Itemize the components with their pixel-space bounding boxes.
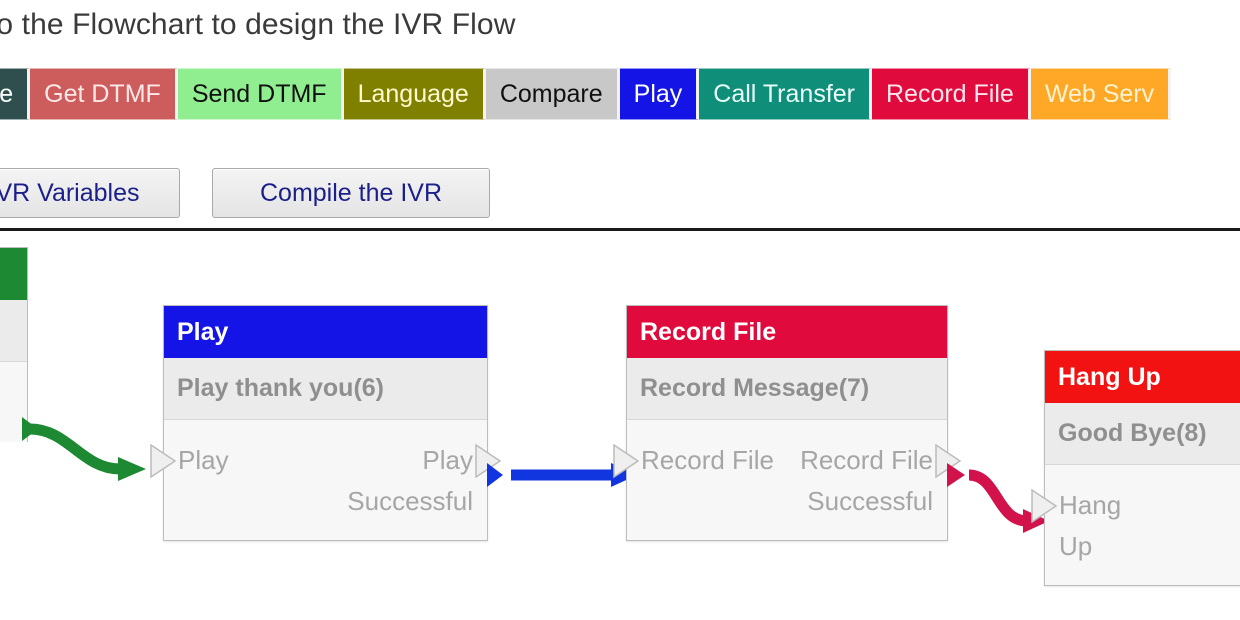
ivr-flow-designer: to the Flowchart to design the IVR Flow … [0,0,1240,620]
node-subtitle-record-file: Record Message(7) [627,358,947,420]
palette-tab-play[interactable]: Play [619,68,700,120]
ivr-variables-button[interactable]: IVR Variables [0,168,180,218]
node-port-in-hang-up[interactable]: Hang Up [1059,485,1160,567]
port-in-chevron-icon[interactable] [1031,489,1057,523]
node-header-record-file: Record File [627,306,947,358]
palette-tab-label: ree [0,79,14,108]
palette-tab-label: Play [633,79,683,108]
node-port-in-record-file[interactable]: Record File [641,440,774,522]
action-button-row: IVR Variables Compile the IVR [0,168,490,218]
flow-node-play[interactable]: Play Play thank you(6) Play Play Success… [150,305,501,542]
node-port-in-play[interactable]: Play [178,440,229,522]
palette-tab-call-transfer[interactable]: Call Transfer [699,68,872,120]
palette-tab-label: Send DTMF [191,79,327,108]
page-title: to the Flowchart to design the IVR Flow [0,8,516,41]
node-ports-play: Play Play Successful [150,420,501,541]
node-header-play: Play [164,306,487,358]
node-subtitle-play: Play thank you(6) [164,358,487,420]
node-port-out-record-file[interactable]: Record File Successful [781,440,933,522]
palette-tab-label: Language [357,79,469,108]
palette-tab-get-dtmf[interactable]: Get DTMF [30,68,178,120]
port-in-chevron-icon[interactable] [613,444,639,478]
port-in-chevron-icon[interactable] [150,444,176,478]
node-port-out-play[interactable]: Play Successful [320,440,473,522]
node-header-hang-up: Hang Up [1045,351,1240,403]
flow-node-record-file[interactable]: Record File Record Message(7) Record Fil… [613,305,961,542]
palette-tab-label: Call Transfer [713,79,855,108]
compile-ivr-button[interactable]: Compile the IVR [212,168,490,218]
palette-tab-menu-tree[interactable]: ree [0,68,31,120]
palette-tab-label: Web Serv [1044,79,1155,108]
palette-tab-label: Get DTMF [44,79,161,108]
palette-tab-compare[interactable]: Compare [485,68,620,120]
node-ports-hang-up: Hang Up [1031,465,1240,586]
palette-tab-record-file[interactable]: Record File [872,68,1031,120]
node-ports-record-file: Record File Record File Successful [613,420,961,541]
palette-tab-send-dtmf[interactable]: Send DTMF [177,68,344,120]
flow-node-hang-up[interactable]: Hang Up Good Bye(8) Hang Up [1031,350,1240,587]
flowchart-canvas[interactable]: ll Play Play thank you(6) Play Play Succ… [0,231,1240,620]
palette-tab-label: Compare [499,79,603,108]
node-subtitle [0,300,27,362]
node-subtitle-hang-up: Good Bye(8) [1045,403,1240,465]
node-palette-toolbar: ree Get DTMF Send DTMF Language Compare … [0,68,1172,120]
palette-tab-label: Record File [886,79,1014,108]
palette-tab-web-service[interactable]: Web Serv [1030,68,1172,120]
node-header [0,248,27,300]
palette-tab-language[interactable]: Language [343,68,486,120]
